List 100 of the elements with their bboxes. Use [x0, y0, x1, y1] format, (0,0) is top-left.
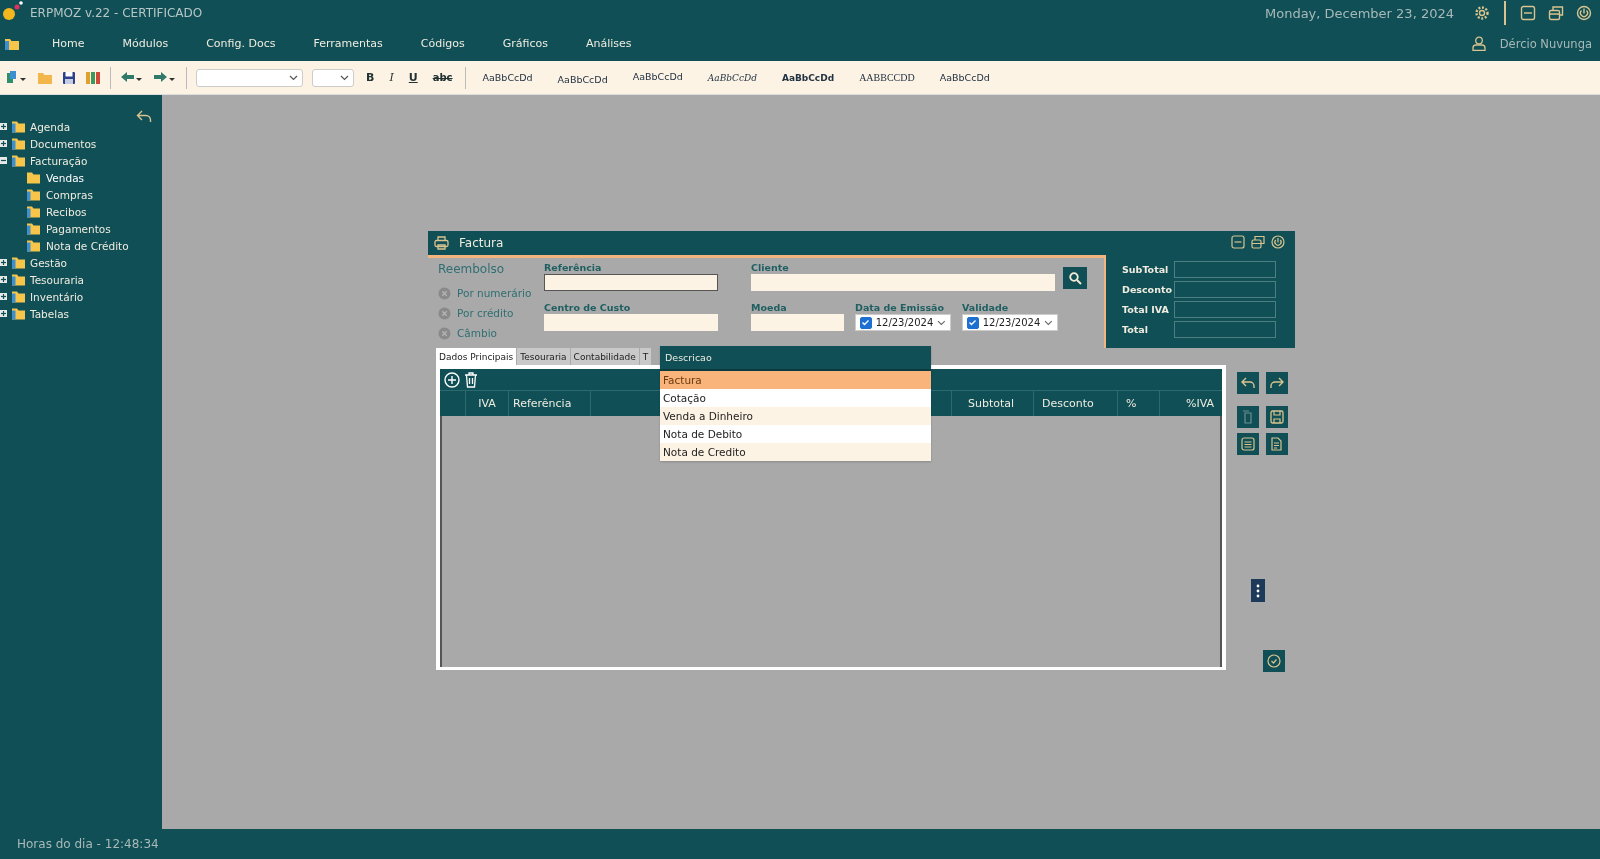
more-button[interactable] — [1251, 579, 1265, 602]
confirm-button[interactable] — [1263, 650, 1285, 672]
expander-icon[interactable] — [0, 310, 7, 317]
tab[interactable]: Dados Principais — [436, 348, 518, 365]
tree-item[interactable]: Compras — [44, 188, 95, 201]
checkbox[interactable] — [967, 316, 979, 329]
date-picker[interactable]: 12/23/2024 — [855, 314, 951, 331]
menu-item[interactable]: Home — [52, 37, 85, 50]
group-label: Reembolso — [438, 261, 506, 278]
minimize-icon[interactable] — [1231, 235, 1245, 249]
dropdown-option[interactable]: Factura — [660, 371, 931, 389]
tree-item[interactable]: Nota de Crédito — [44, 239, 131, 252]
expander-icon[interactable] — [0, 259, 7, 266]
checkbox[interactable] — [860, 316, 872, 329]
format-button[interactable]: abc — [429, 72, 456, 83]
forward-arrow-icon[interactable] — [153, 70, 177, 85]
list-button[interactable] — [1236, 433, 1259, 455]
tree-item[interactable]: Inventário — [28, 290, 86, 303]
menu-item[interactable]: Config. Docs — [206, 37, 276, 50]
tab[interactable]: Contabilidade — [570, 348, 640, 365]
tree-item[interactable]: Documentos — [28, 137, 99, 150]
dropdown-option[interactable]: Nota de Debito — [660, 425, 931, 443]
search-button[interactable] — [1063, 267, 1087, 289]
chevron-icon — [340, 74, 349, 81]
tree-item[interactable]: Tabelas — [28, 307, 72, 320]
user-name: Dércio Nuvunga — [1499, 36, 1592, 51]
restore-icon[interactable] — [1548, 5, 1564, 21]
expander-icon[interactable] — [0, 293, 7, 300]
menu-item[interactable]: Módulos — [122, 37, 169, 50]
expander-icon[interactable] — [0, 157, 7, 164]
radio-icon[interactable] — [438, 286, 451, 300]
tree-item[interactable]: Tesouraria — [28, 273, 87, 286]
tree-item[interactable]: Vendas — [44, 171, 87, 184]
folder-icon — [26, 205, 41, 218]
status-text: Horas do dia - 12:48:34 — [17, 837, 159, 851]
back-arrow-icon[interactable] — [136, 109, 152, 123]
tree-item[interactable]: Agenda — [28, 120, 73, 133]
style-sample[interactable]: AaBbCcDd — [474, 72, 541, 83]
radio-label: Por numerário — [457, 287, 532, 299]
style-sample[interactable]: AABBCCDD — [851, 72, 923, 83]
undo-button[interactable] — [1236, 372, 1259, 394]
field-label: Referência — [544, 261, 603, 274]
input-field[interactable] — [751, 314, 844, 331]
minimize-icon[interactable] — [1520, 5, 1536, 21]
radio-label: Câmbio — [457, 327, 497, 339]
expander-icon[interactable] — [0, 123, 7, 130]
menu-item[interactable]: Análises — [585, 37, 632, 50]
copy-icon — [1241, 410, 1254, 424]
style-sample[interactable]: AaBbCcDd — [549, 74, 616, 85]
tree-item[interactable]: Facturação — [28, 154, 90, 167]
style-sample[interactable]: AaBbCcDd — [699, 72, 765, 83]
input-field[interactable] — [544, 314, 718, 331]
format-button[interactable]: U — [405, 71, 421, 84]
power-icon[interactable] — [1576, 5, 1592, 21]
folder-icon[interactable] — [4, 36, 20, 51]
add-document-icon[interactable] — [4, 69, 28, 86]
style-sample[interactable]: AaBbCcDd — [773, 72, 843, 83]
columns-icon[interactable] — [85, 70, 101, 85]
style-sample[interactable]: AaBbCcDd — [931, 72, 998, 83]
trash-icon[interactable] — [464, 371, 478, 388]
document-button[interactable] — [1265, 433, 1288, 455]
expander-icon[interactable] — [0, 276, 7, 283]
menu-item[interactable]: Códigos — [420, 37, 465, 50]
format-button[interactable]: B — [363, 71, 378, 84]
dialog-title: Factura — [459, 236, 504, 250]
settings-icon[interactable] — [1474, 5, 1490, 21]
expander-icon[interactable] — [0, 140, 7, 147]
tree-item[interactable]: Recibos — [44, 205, 89, 218]
back-arrow-icon[interactable] — [120, 70, 144, 85]
dropdown-option[interactable]: Nota de Credito — [660, 443, 931, 461]
save-icon[interactable] — [62, 70, 76, 85]
tree-item[interactable]: Gestão — [28, 256, 70, 269]
radio-icon[interactable] — [438, 326, 451, 340]
style-sample[interactable]: AaBbCcDd — [624, 70, 691, 82]
document-icon — [1269, 437, 1284, 451]
date-picker[interactable]: 12/23/2024 — [962, 314, 1058, 331]
copy-button[interactable] — [1236, 406, 1259, 428]
radio-icon[interactable] — [438, 306, 451, 320]
folder-icon — [26, 188, 41, 201]
menu-item[interactable]: Ferramentas — [313, 37, 383, 50]
date-label: Monday, December 23, 2024 — [1264, 5, 1454, 21]
total-label: Total — [1122, 323, 1149, 335]
tree-item[interactable]: Pagamentos — [44, 222, 113, 235]
dropdown-option[interactable]: Cotação — [660, 389, 931, 407]
add-icon[interactable] — [444, 371, 460, 388]
format-button[interactable]: I — [386, 71, 397, 84]
menu-item[interactable]: Gráficos — [502, 37, 548, 50]
tab[interactable]: Tesouraria — [517, 348, 571, 365]
restore-icon[interactable] — [1251, 235, 1265, 249]
save-button[interactable] — [1265, 406, 1288, 428]
column-header: %IVA — [1185, 396, 1216, 412]
app-title: ERPMOZ v.22 - CERTIFICADO — [30, 6, 203, 20]
power-icon[interactable] — [1271, 235, 1285, 249]
field-label: Cliente — [751, 261, 790, 274]
field-label: Validade — [962, 301, 1010, 314]
total-label: Desconto — [1122, 283, 1173, 295]
redo-button[interactable] — [1265, 372, 1288, 394]
input-field[interactable] — [751, 274, 1055, 291]
input-field[interactable] — [544, 274, 718, 291]
dropdown-option[interactable]: Venda a Dinheiro — [660, 407, 931, 425]
